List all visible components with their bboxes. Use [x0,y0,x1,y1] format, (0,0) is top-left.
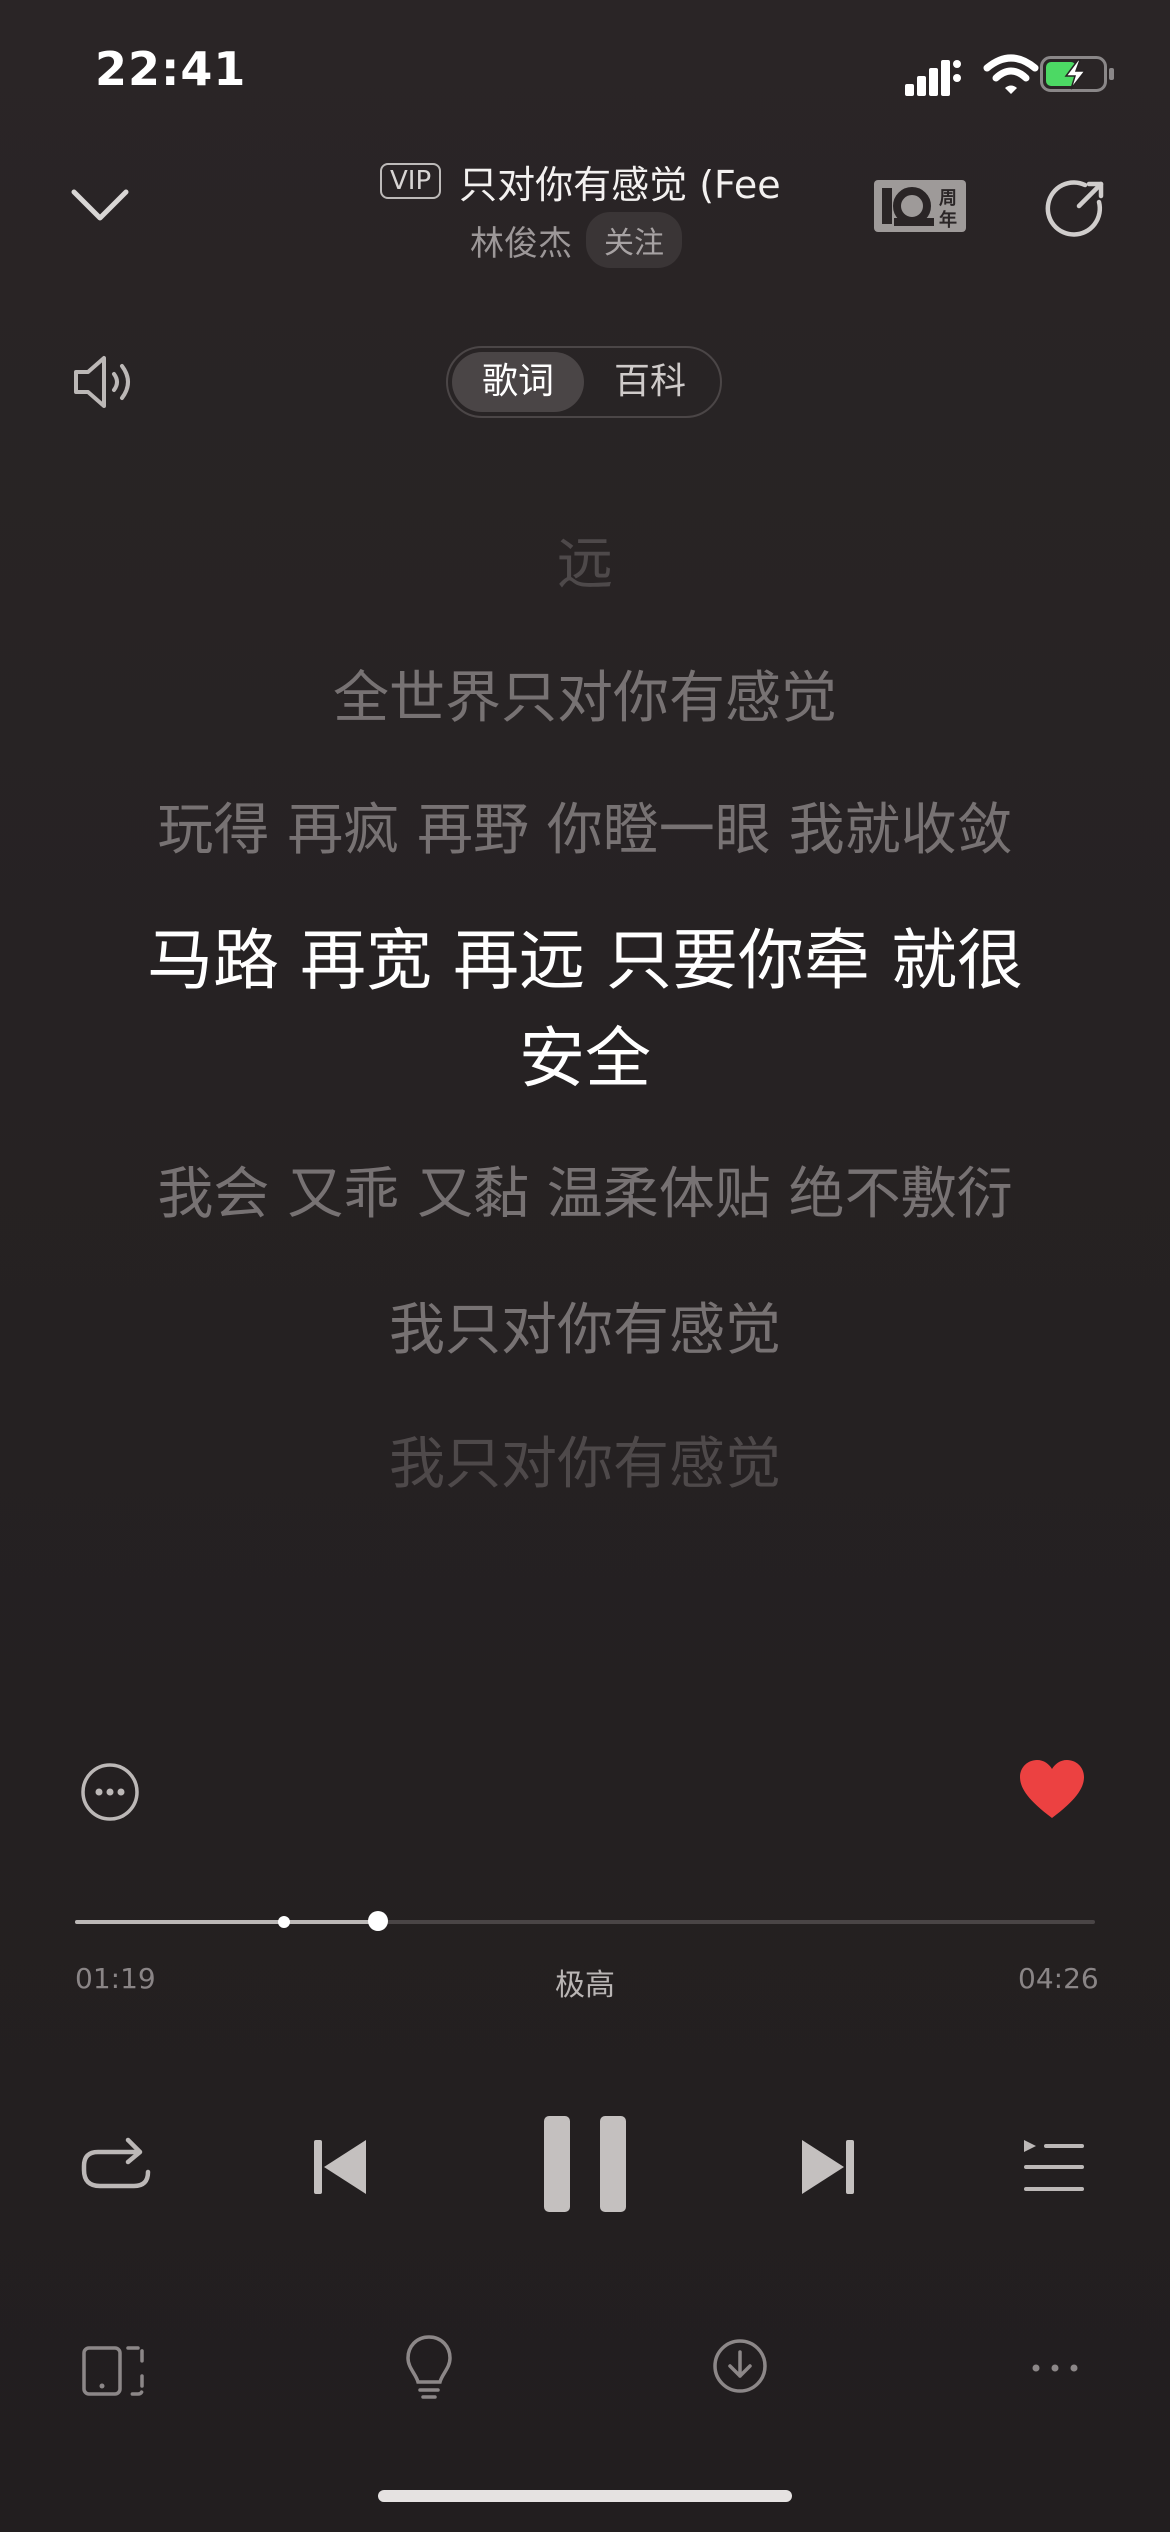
pause-icon[interactable] [540,2112,630,2216]
svg-text:年: 年 [939,209,957,231]
device-icon[interactable] [82,2342,144,2398]
wifi-icon [983,54,1039,94]
repeat-icon[interactable] [78,2132,152,2198]
quality-label[interactable]: 极高 [555,1960,615,2004]
chevron-down-icon[interactable] [68,180,132,230]
tab-lyrics[interactable]: 歌词 [452,352,584,412]
progress-marker [278,1916,290,1928]
signal-icon [905,60,961,96]
lyric-line[interactable]: 我会 又乖 又黏 温柔体贴 绝不敷衍 [135,1150,1035,1240]
artist-row: 林俊杰 关注 [470,212,682,268]
view-tabs: 歌词 百科 [446,346,722,418]
progress-played [75,1920,378,1924]
download-icon[interactable] [712,2338,768,2394]
song-title-row[interactable]: VIP 只对你有感觉 (Fee [380,152,889,210]
battery-icon [1040,56,1114,92]
lightbulb-icon[interactable] [404,2334,454,2400]
lyrics-panel[interactable]: 远 全世界只对你有感觉 玩得 再疯 再野 你瞪一眼 我就收敛 马路 再宽 再远 … [0,520,1170,1510]
share-icon[interactable] [1043,176,1109,242]
song-title[interactable]: 只对你有感觉 (Fee [459,154,889,209]
svg-text:周: 周 [939,188,957,209]
vip-badge: VIP [380,163,442,199]
lyric-line[interactable]: 我只对你有感觉 [135,1286,1035,1376]
lyric-line[interactable]: 全世界只对你有感觉 [135,654,1035,744]
next-icon[interactable] [798,2136,856,2198]
playlist-icon[interactable] [1022,2138,1086,2196]
home-indicator[interactable] [378,2490,792,2502]
follow-button[interactable]: 关注 [586,212,682,268]
lyric-line[interactable]: 我只对你有感觉 [135,1420,1035,1510]
lyric-line-current[interactable]: 马路 再宽 再远 只要你牵 就很安全 [135,912,1035,1108]
previous-icon[interactable] [312,2136,370,2198]
lyric-line[interactable]: 玩得 再疯 再野 你瞪一眼 我就收敛 [135,786,1035,876]
total-time: 04:26 [1018,1962,1099,1995]
lyric-line[interactable]: 远 [135,520,1035,610]
more-circle-icon[interactable] [80,1762,140,1822]
anniversary-badge-icon[interactable]: 周 年 [874,174,966,238]
artist-name[interactable]: 林俊杰 [470,216,572,265]
current-time: 01:19 [75,1962,156,1995]
status-time: 22:41 [95,42,247,96]
more-dots-icon[interactable] [1030,2358,1080,2378]
progress-knob[interactable] [367,1911,388,1931]
tab-wiki[interactable]: 百科 [584,352,716,412]
speaker-icon[interactable] [70,350,136,414]
heart-icon[interactable] [1018,1758,1086,1822]
